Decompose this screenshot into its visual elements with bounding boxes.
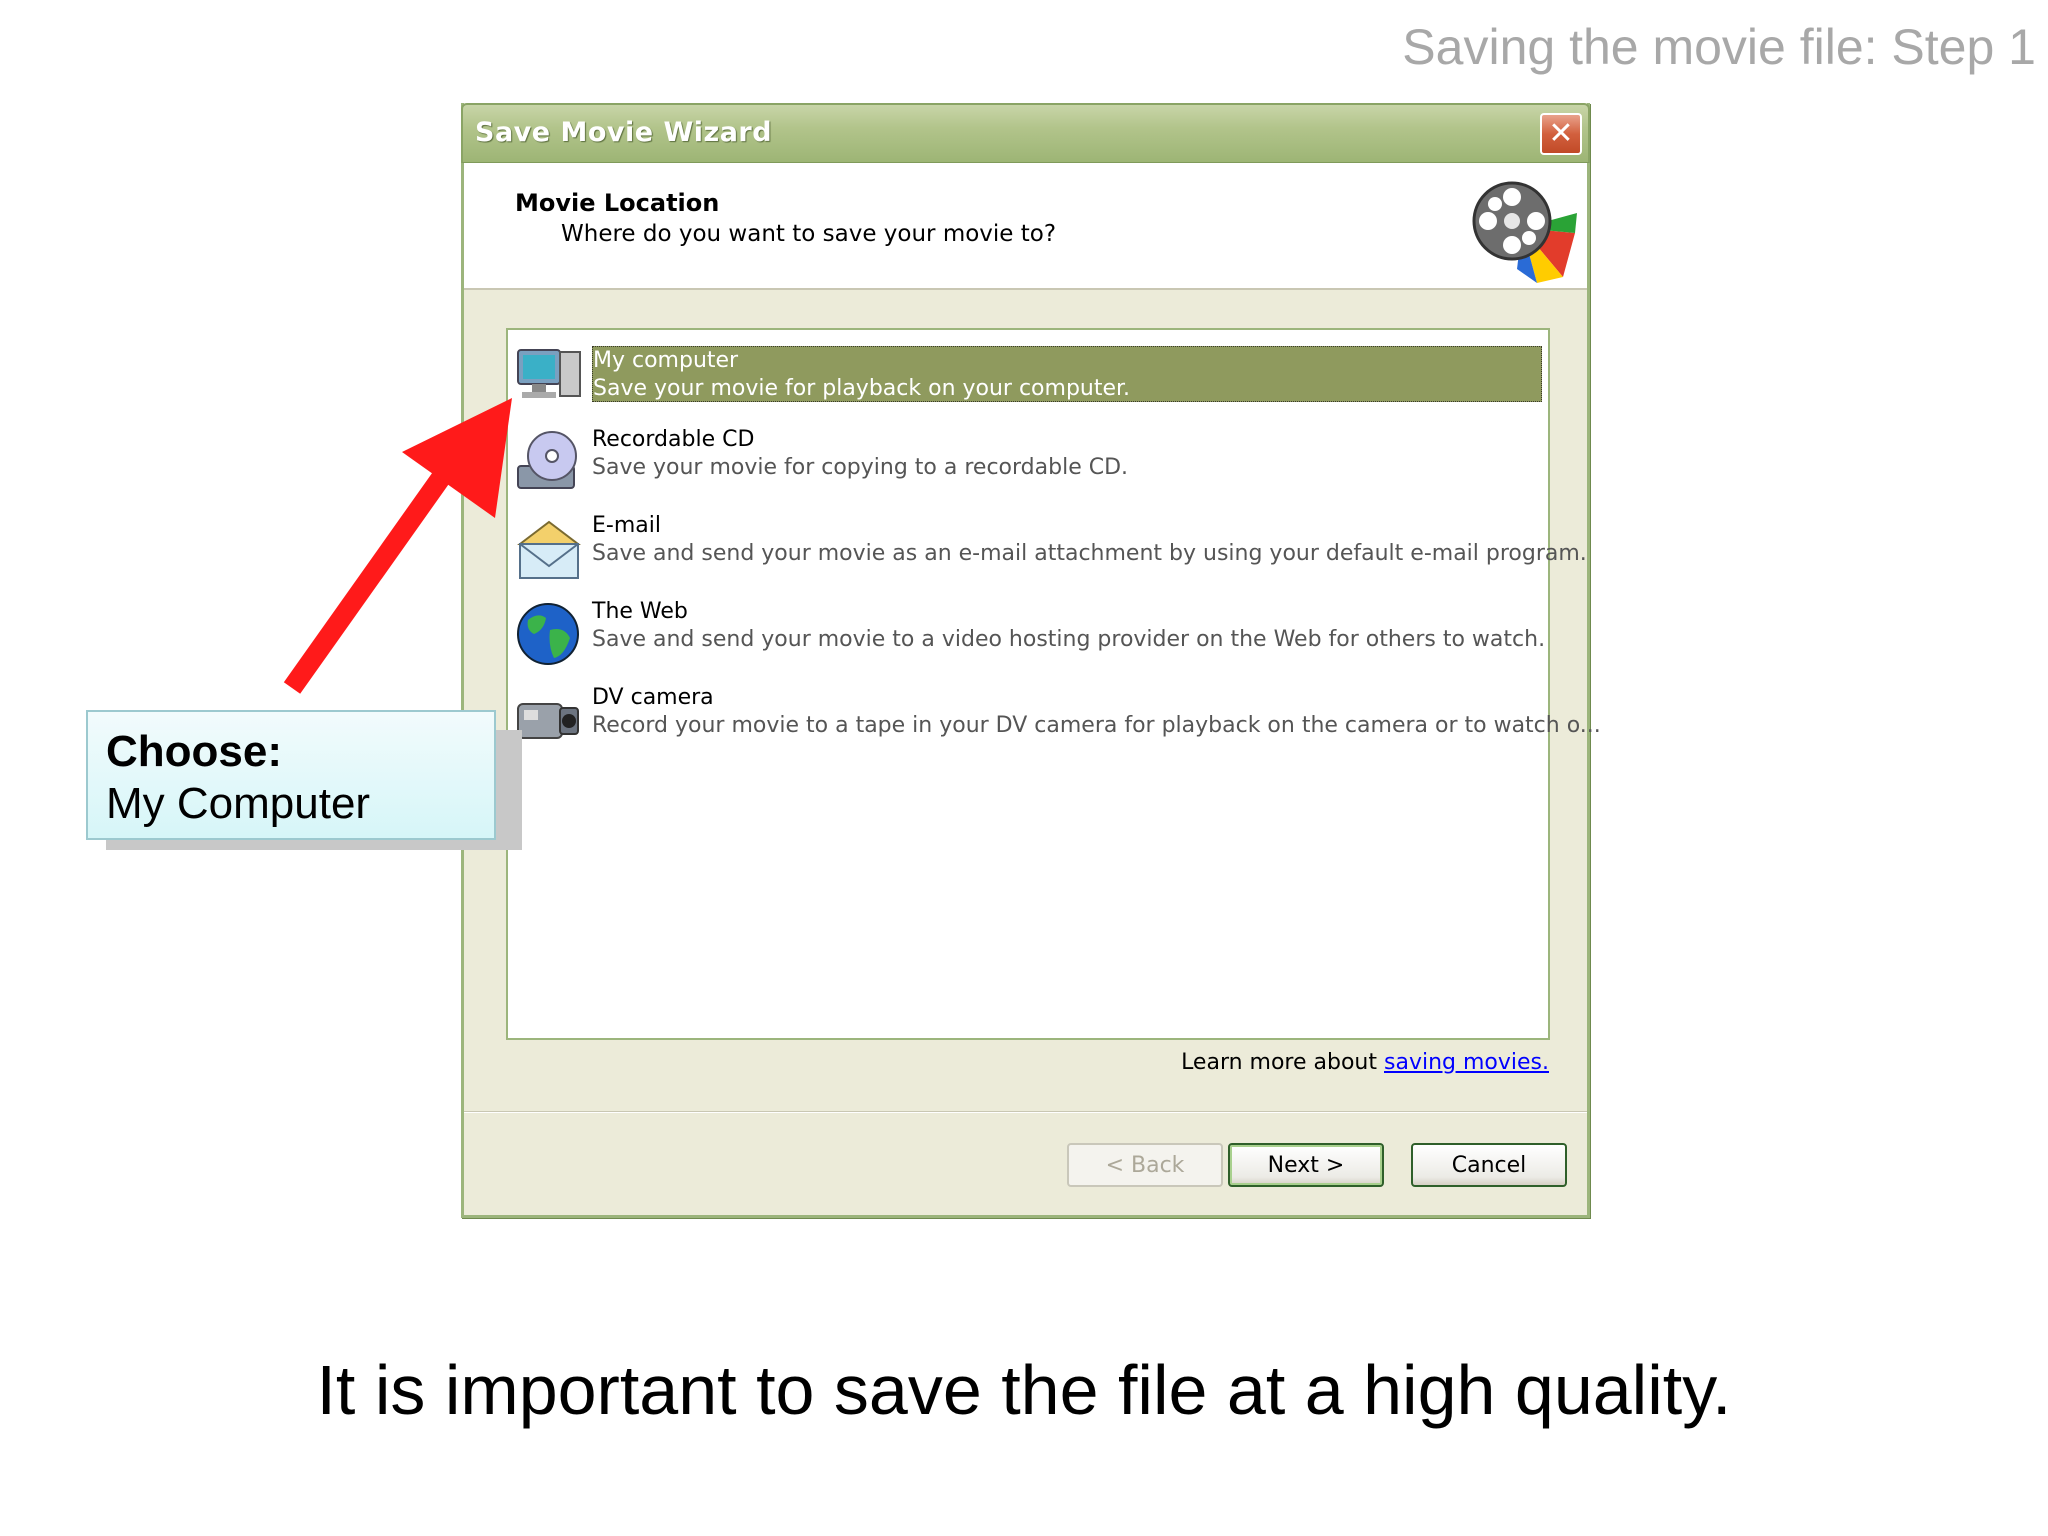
close-icon: ✕: [1548, 116, 1574, 151]
header-subtitle: Where do you want to save your movie to?: [561, 221, 1057, 247]
option-description: Save and send your movie as an e-mail at…: [592, 541, 1587, 566]
callout-box: Choose: My Computer: [86, 710, 496, 840]
option-description: Record your movie to a tape in your DV c…: [592, 713, 1601, 738]
option-title: DV camera: [592, 685, 714, 710]
callout-body: My Computer: [106, 779, 371, 828]
wizard-header: Movie Location Where do you want to save…: [464, 163, 1587, 290]
save-location-list: My computer Save your movie for playback…: [506, 328, 1601, 1040]
option-description: Save and send your movie to a video host…: [592, 627, 1546, 652]
close-button[interactable]: ✕: [1540, 113, 1582, 155]
save-movie-wizard-window: Save Movie Wizard ✕ Movie Location Where…: [461, 103, 1601, 1218]
option-my-computer[interactable]: My computer Save your movie for playback…: [512, 340, 1542, 406]
option-description: Save your movie for playback on your com…: [593, 376, 1131, 401]
option-dv-camera[interactable]: DV camera Record your movie to a tape in…: [512, 684, 1601, 750]
learn-more-prefix: Learn more about: [1181, 1050, 1384, 1075]
option-recordable-cd[interactable]: Recordable CD Save your movie for copyin…: [512, 426, 1542, 492]
option-description: Save your movie for copying to a recorda…: [592, 455, 1129, 480]
title-bar[interactable]: Save Movie Wizard ✕: [461, 103, 1590, 163]
red-pointer-arrow: [283, 398, 512, 694]
header-title: Movie Location: [515, 189, 720, 217]
callout-heading: Choose:: [106, 727, 282, 776]
back-button[interactable]: < Back: [1067, 1143, 1223, 1187]
slide-caption: It is important to save the file at a hi…: [316, 1351, 1732, 1429]
option-title: The Web: [592, 599, 688, 624]
next-button[interactable]: Next >: [1228, 1143, 1384, 1187]
film-reel-icon: [1472, 181, 1577, 283]
cancel-button[interactable]: Cancel: [1411, 1143, 1567, 1187]
slide-title: Saving the movie file: Step 1: [1402, 19, 2036, 75]
option-title: Recordable CD: [592, 427, 755, 452]
option-title: E-mail: [592, 513, 661, 538]
window-title: Save Movie Wizard: [475, 117, 773, 148]
option-title: My computer: [593, 348, 739, 373]
footer-divider: [464, 1111, 1587, 1113]
saving-movies-link[interactable]: saving movies.: [1384, 1050, 1549, 1075]
option-the-web[interactable]: The Web Save and send your movie to a vi…: [512, 598, 1546, 665]
option-email[interactable]: E-mail Save and send your movie as an e-…: [512, 512, 1587, 579]
learn-more-text: Learn more about saving movies.: [1181, 1050, 1549, 1075]
